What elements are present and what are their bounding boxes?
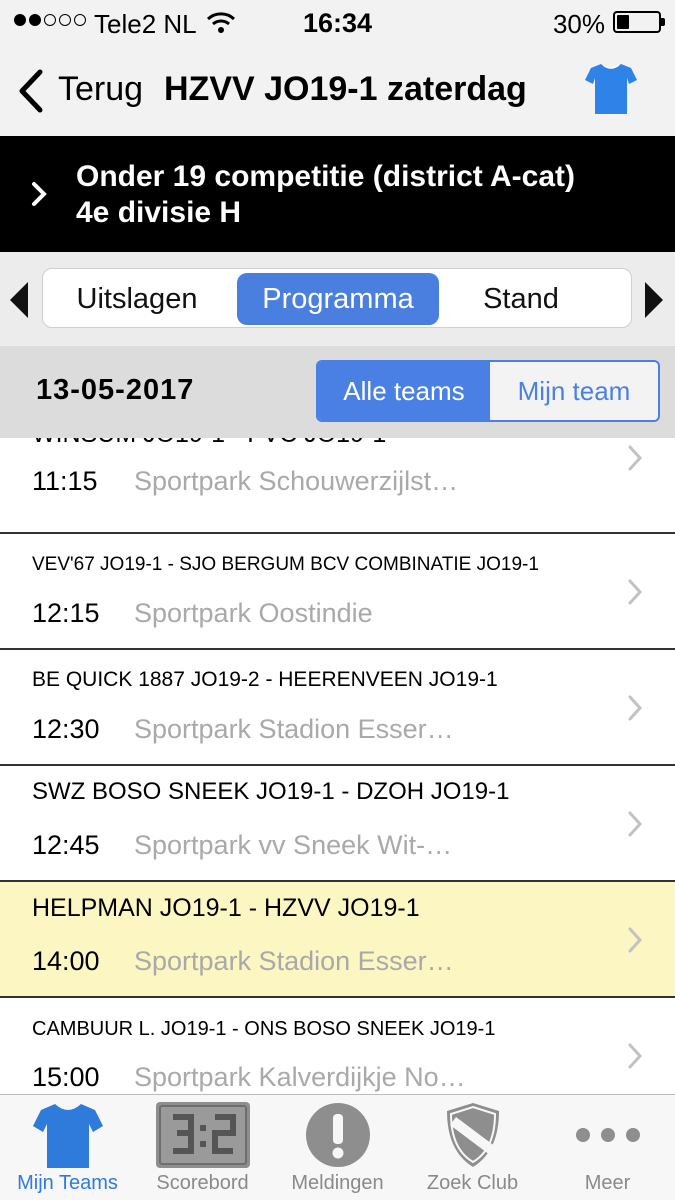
tabbar-scorebord[interactable]: Scorebord — [135, 1095, 270, 1200]
tab-selector-area: Uitslagen Programma Stand — [0, 252, 675, 346]
navigation-bar: Terug HZVV JO19-1 zaterdag — [0, 46, 675, 136]
match-time: 14:00 — [32, 946, 100, 976]
tabbar-mijn-teams[interactable]: Mijn Teams — [0, 1095, 135, 1200]
date-filter-bar: 13-05-2017 Alle teams Mijn team — [0, 346, 675, 438]
back-button[interactable]: Terug — [58, 70, 143, 109]
arrow-right-icon[interactable] — [643, 282, 663, 323]
match-teams: BE QUICK 1887 JO19-2 - HEERENVEEN JO19-1 — [32, 668, 498, 691]
battery-icon — [613, 11, 665, 33]
segmented-control: Uitslagen Programma Stand — [42, 268, 632, 328]
match-time: 15:00 — [32, 1062, 100, 1092]
back-chevron-icon[interactable] — [16, 68, 46, 119]
chevron-right-icon — [30, 180, 48, 213]
page-title: HZVV JO19-1 zaterdag — [164, 70, 527, 108]
match-venue: Sportpark Stadion Esser… — [134, 946, 454, 976]
competition-banner[interactable]: Onder 19 competitie (district A-cat) 4e … — [0, 136, 675, 252]
status-bar: Tele2 NL 16:34 30% — [0, 0, 675, 46]
bottom-tab-bar: Mijn Teams Scorebord Meldingen Zoek Club… — [0, 1094, 675, 1200]
filter-all-teams[interactable]: Alle teams — [318, 362, 490, 420]
tab-stand[interactable]: Stand — [443, 273, 599, 325]
match-teams: CAMBUUR L. JO19-1 - ONS BOSO SNEEK JO19-… — [32, 1018, 496, 1040]
alert-icon — [270, 1101, 405, 1169]
match-row[interactable]: VEV'67 JO19-1 - SJO BERGUM BCV COMBINATI… — [0, 534, 675, 650]
chevron-right-icon — [627, 1042, 643, 1075]
match-time: 11:15 — [32, 466, 98, 496]
shirt-icon — [0, 1101, 135, 1169]
tabbar-label: Zoek Club — [426, 1172, 519, 1194]
filter-my-team[interactable]: Mijn team — [490, 362, 658, 420]
shield-icon — [405, 1101, 540, 1169]
tab-programma[interactable]: Programma — [237, 273, 439, 325]
match-teams: VEV'67 JO19-1 - SJO BERGUM BCV COMBINATI… — [32, 554, 539, 575]
match-time: 12:15 — [32, 598, 100, 628]
chevron-right-icon — [627, 694, 643, 727]
competition-name: Onder 19 competitie (district A-cat) — [76, 160, 575, 193]
battery-percentage: 30% — [552, 9, 605, 39]
chevron-right-icon — [627, 926, 643, 959]
tabbar-label: Mijn Teams — [17, 1172, 118, 1194]
match-venue: Sportpark Schouwerzijlst… — [134, 466, 459, 496]
match-teams: HELPMAN JO19-1 - HZVV JO19-1 — [32, 894, 420, 922]
competition-division: 4e divisie H — [76, 196, 242, 229]
tab-uitslagen[interactable]: Uitslagen — [47, 273, 227, 325]
tabbar-label: Meldingen — [291, 1172, 384, 1194]
team-shirt-icon[interactable] — [583, 60, 639, 121]
chevron-right-icon — [627, 810, 643, 843]
match-row[interactable]: CAMBUUR L. JO19-1 - ONS BOSO SNEEK JO19-… — [0, 998, 675, 1094]
match-venue: Sportpark Oostindie — [134, 598, 373, 628]
team-filter: Alle teams Mijn team — [316, 360, 660, 422]
more-icon — [540, 1101, 675, 1169]
match-teams: WINSUM JO19-1 - FVC JO19-1 — [32, 438, 386, 449]
match-time: 12:45 — [32, 830, 100, 860]
match-time: 12:30 — [32, 714, 100, 744]
match-venue: Sportpark Kalverdijkje No… — [134, 1062, 466, 1092]
chevron-right-icon — [627, 444, 643, 477]
match-list: WINSUM JO19-1 - FVC JO19-1 11:15 Sportpa… — [0, 438, 675, 1094]
match-date: 13-05-2017 — [36, 374, 195, 406]
chevron-right-icon — [627, 578, 643, 611]
tabbar-meldingen[interactable]: Meldingen — [270, 1095, 405, 1200]
tabbar-label: Scorebord — [156, 1172, 249, 1194]
match-row-my-team[interactable]: HELPMAN JO19-1 - HZVV JO19-1 14:00 Sport… — [0, 882, 675, 998]
tabbar-meer[interactable]: Meer — [540, 1095, 675, 1200]
match-row[interactable]: BE QUICK 1887 JO19-2 - HEERENVEEN JO19-1… — [0, 650, 675, 766]
tabbar-label: Meer — [584, 1172, 631, 1194]
match-teams: SWZ BOSO SNEEK JO19-1 - DZOH JO19-1 — [32, 778, 510, 805]
match-row[interactable]: WINSUM JO19-1 - FVC JO19-1 11:15 Sportpa… — [0, 438, 675, 534]
match-row[interactable]: SWZ BOSO SNEEK JO19-1 - DZOH JO19-1 12:4… — [0, 766, 675, 882]
tabbar-zoek-club[interactable]: Zoek Club — [405, 1095, 540, 1200]
match-venue: Sportpark vv Sneek Wit-… — [134, 830, 453, 860]
match-venue: Sportpark Stadion Esser… — [134, 714, 454, 744]
arrow-left-icon[interactable] — [10, 282, 30, 323]
scoreboard-icon — [135, 1101, 270, 1169]
